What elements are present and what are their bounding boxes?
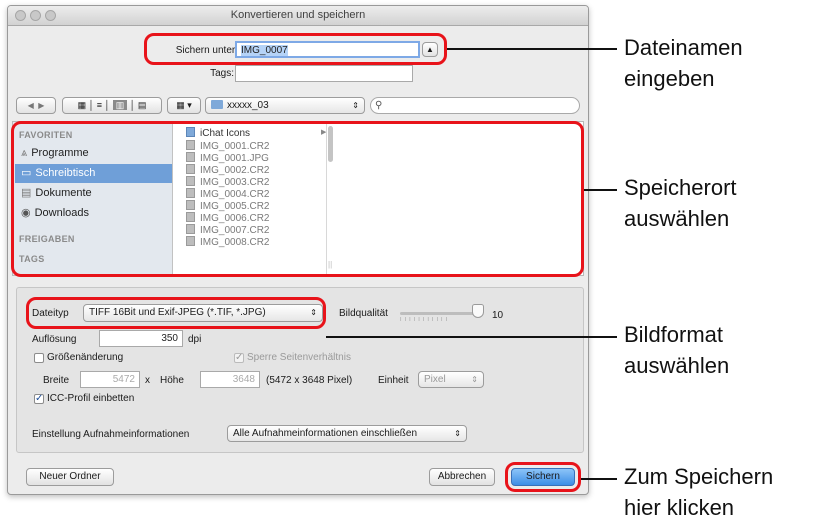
callout-line: Speicherort — [624, 175, 737, 200]
folder-name: xxxxx_03 — [227, 100, 269, 111]
location-highlight — [11, 121, 584, 277]
callout-line: auswählen — [624, 353, 730, 378]
location-leader-line — [584, 189, 617, 191]
unit-label: Einheit — [378, 375, 409, 386]
resize-checkbox[interactable] — [34, 353, 44, 363]
tags-label: Tags: — [210, 68, 234, 79]
resolution-input[interactable]: 350 — [99, 330, 183, 347]
popup-arrows-icon: ⇕ — [471, 375, 478, 384]
view-mode-buttons[interactable]: ▦ │ ≡ │ ▥ │ ▤ — [62, 97, 162, 114]
height-input[interactable]: 3648 — [200, 371, 260, 388]
coverflow-view-icon[interactable]: ▤ — [138, 100, 147, 110]
title-bar: Konvertieren und speichern — [8, 6, 588, 26]
arrange-menu-button[interactable]: ▦ ▾ — [167, 97, 201, 114]
filename-highlight — [144, 33, 447, 65]
times-label: x — [145, 375, 150, 386]
quality-slider-ticks: ||||||||||| — [400, 317, 451, 321]
filename-leader-line — [447, 48, 617, 50]
resolution-unit: dpi — [188, 334, 202, 345]
list-view-icon[interactable]: ≡ — [97, 100, 102, 110]
icon-view-icon[interactable]: ▦ — [78, 100, 87, 110]
search-icon: ⚲ — [375, 100, 383, 111]
quality-label: Bildqualität — [339, 308, 388, 319]
callout-line: auswählen — [624, 206, 730, 231]
icc-checkbox[interactable]: ✓ — [34, 394, 44, 404]
save-leader-line — [581, 478, 617, 480]
save-callout: Zum Speichern hier klicken — [624, 461, 773, 523]
callout-line: eingeben — [624, 66, 715, 91]
popup-arrows-icon: ⇕ — [454, 429, 461, 438]
popup-arrows-icon: ⇕ — [352, 101, 359, 110]
resolution-label: Auflösung — [32, 334, 77, 345]
format-leader-line — [326, 336, 617, 338]
height-label: Höhe — [160, 375, 184, 386]
shooting-info-label: Einstellung Aufnahmeinformationen — [32, 429, 190, 440]
folder-icon — [211, 100, 223, 109]
back-forward-buttons[interactable]: ◀ ▶ — [16, 97, 56, 114]
window-title: Konvertieren und speichern — [230, 9, 366, 21]
lock-aspect-checkbox[interactable]: ✓ — [234, 353, 244, 363]
callout-line: Dateinamen — [624, 35, 743, 60]
folder-popup[interactable]: xxxxx_03 ⇕ — [205, 97, 365, 114]
icc-label: ICC-Profil einbetten — [47, 393, 135, 404]
save-button-highlight — [505, 462, 581, 492]
shooting-info-value: Alle Aufnahmeinformationen einschließen — [233, 428, 417, 439]
cancel-button[interactable]: Abbrechen — [429, 468, 495, 486]
callout-line: hier klicken — [624, 495, 735, 520]
pixel-info: (5472 x 3648 Pixel) — [266, 375, 353, 386]
search-field[interactable]: ⚲ — [370, 97, 580, 114]
filetype-highlight — [26, 297, 326, 329]
width-label: Breite — [43, 375, 70, 386]
quality-slider-thumb[interactable] — [472, 304, 484, 318]
width-input[interactable]: 5472 — [80, 371, 140, 388]
location-callout: Speicherort auswählen — [624, 172, 737, 234]
unit-value: Pixel — [424, 374, 446, 385]
new-folder-button[interactable]: Neuer Ordner — [26, 468, 114, 486]
quality-value: 10 — [492, 310, 504, 321]
callout-line: Bildformat — [624, 322, 724, 347]
lock-aspect-label: Sperre Seitenverhältnis — [247, 352, 351, 363]
callout-line: Zum Speichern — [624, 464, 774, 489]
quality-slider-track[interactable] — [400, 312, 476, 315]
format-callout: Bildformat auswählen — [624, 319, 729, 381]
unit-select[interactable]: Pixel ⇕ — [418, 371, 484, 388]
column-view-icon[interactable]: ▥ — [112, 100, 128, 110]
tags-input[interactable] — [235, 65, 413, 82]
shooting-info-select[interactable]: Alle Aufnahmeinformationen einschließen … — [227, 425, 467, 442]
filename-callout: Dateinamen eingeben — [624, 32, 743, 94]
resize-label: Größenänderung — [47, 352, 124, 363]
